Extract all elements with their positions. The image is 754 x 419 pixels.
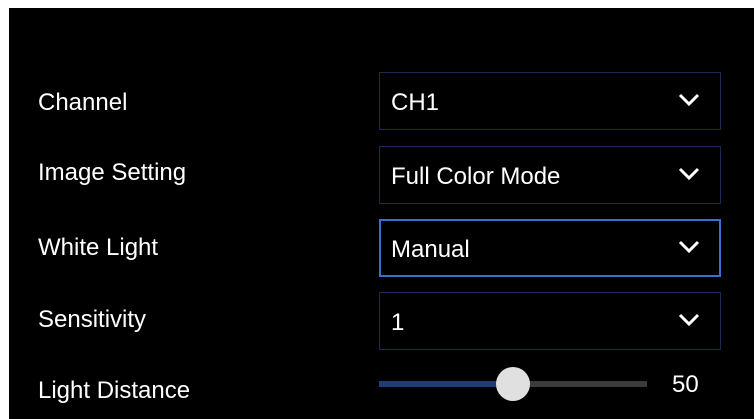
chevron-down-icon — [678, 167, 700, 181]
sensitivity-dropdown[interactable]: 1 — [379, 292, 721, 350]
light-distance-value: 50 — [672, 371, 699, 398]
light-distance-slider[interactable] — [379, 367, 647, 401]
channel-value: CH1 — [391, 89, 440, 116]
light-distance-label: Light Distance — [38, 377, 191, 404]
sensitivity-value: 1 — [391, 309, 405, 336]
sensitivity-label: Sensitivity — [38, 306, 147, 333]
settings-panel: Channel CH1 Image Setting Full Color Mod… — [9, 8, 754, 419]
white-light-dropdown[interactable]: Manual — [379, 219, 721, 277]
slider-fill — [379, 381, 513, 387]
chevron-down-icon — [678, 93, 700, 107]
image-setting-value: Full Color Mode — [391, 163, 561, 190]
slider-thumb[interactable] — [496, 367, 530, 401]
channel-label: Channel — [38, 89, 128, 116]
channel-dropdown[interactable]: CH1 — [379, 72, 721, 130]
image-setting-dropdown[interactable]: Full Color Mode — [379, 146, 721, 204]
image-setting-label: Image Setting — [38, 159, 187, 186]
white-light-value: Manual — [391, 236, 470, 263]
white-light-label: White Light — [38, 234, 159, 261]
chevron-down-icon — [678, 240, 700, 254]
chevron-down-icon — [678, 313, 700, 327]
